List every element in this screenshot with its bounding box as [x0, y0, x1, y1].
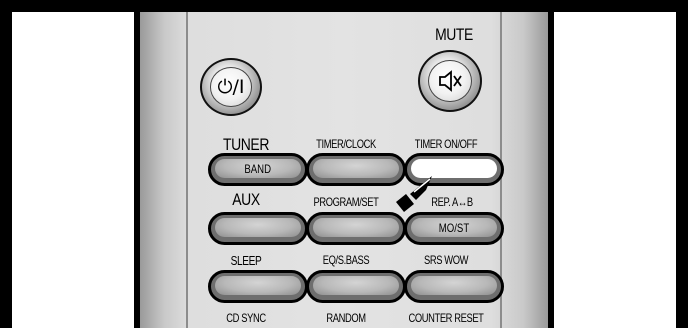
- frame-divider-left: [134, 12, 140, 328]
- srs-wow-button[interactable]: [404, 270, 504, 303]
- timer-clock-label: TIMER/CLOCK: [316, 137, 376, 151]
- frame-border-right: [676, 0, 688, 328]
- remote-edge-left: [186, 12, 188, 328]
- aux-label: AUX: [232, 190, 260, 209]
- cd-sync-label: CD SYNC: [226, 311, 266, 325]
- program-set-label: PROGRAM/SET: [313, 195, 379, 209]
- frame-border-left: [0, 0, 12, 328]
- sleep-button[interactable]: [208, 270, 308, 303]
- tuner-label: TUNER: [223, 135, 269, 154]
- mute-label: MUTE: [435, 25, 473, 44]
- frame-divider-right: [548, 12, 554, 328]
- power-icon: ⏻/I: [209, 67, 253, 107]
- band-button[interactable]: BAND: [208, 153, 308, 186]
- mute-button[interactable]: [418, 50, 482, 112]
- timer-on-off-label: TIMER ON/OFF: [414, 137, 478, 151]
- eq-sbass-button[interactable]: [306, 270, 406, 303]
- power-button[interactable]: ⏻/I: [200, 58, 262, 116]
- speaker-mute-icon: [428, 59, 472, 103]
- pointer-hand-icon: [396, 176, 432, 212]
- random-label: RANDOM: [326, 311, 366, 325]
- mo-st-button-label: MO/ST: [438, 220, 470, 235]
- srs-wow-label: SRS WOW: [423, 253, 469, 267]
- timer-clock-button[interactable]: [306, 153, 406, 186]
- remote-illustration: ⏻/I MUTE TUNER TIMER/CLOCK TIMER ON/OFF …: [0, 0, 688, 328]
- eq-sbass-label: EQ/S.BASS: [322, 253, 370, 267]
- program-set-button[interactable]: [306, 212, 406, 245]
- counter-reset-label: COUNTER RESET: [408, 311, 484, 325]
- sleep-label: SLEEP: [230, 253, 262, 268]
- aux-button[interactable]: [208, 212, 308, 245]
- frame-border-top: [0, 0, 688, 12]
- band-button-label: BAND: [244, 161, 272, 176]
